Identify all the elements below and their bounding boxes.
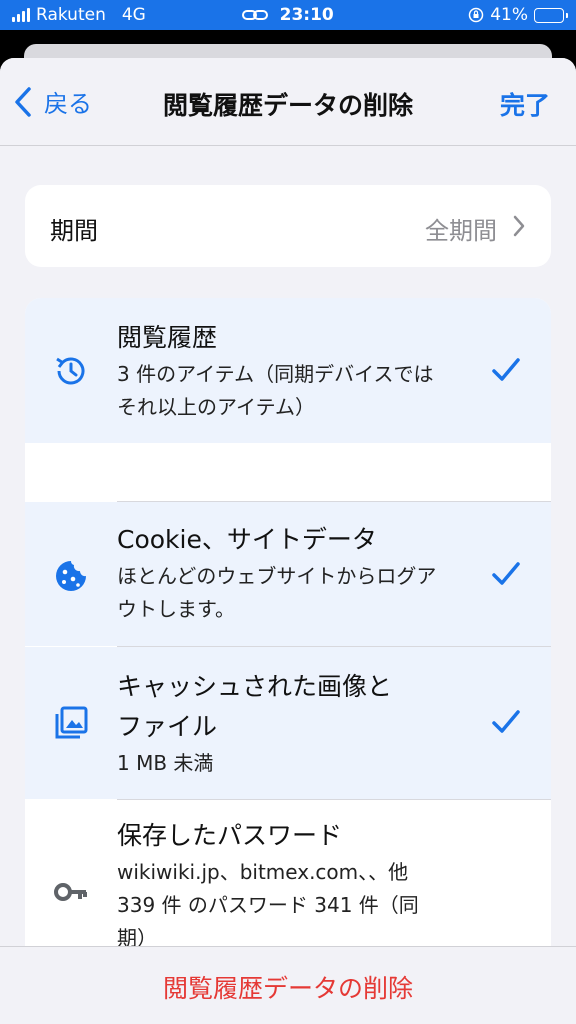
page-title: 閲覧履歴データの削除 [162,91,413,120]
bottom-toolbar: 閲覧履歴データの削除 [0,946,576,1024]
clear-browsing-data-sheet: 戻る 閲覧履歴データの削除 完了 期間 全期間 閲覧履歴 3 件のアイテム（同期… [0,58,576,1024]
navigation-bar: 戻る 閲覧履歴データの削除 完了 [0,58,576,146]
checkmark-icon [492,562,520,585]
battery-percent: 41% [490,5,528,25]
time-range-row[interactable]: 期間 全期間 [25,185,551,267]
time-range-label: 期間 [50,217,98,245]
item-subtitle: 339 件 のパスワード 341 件（同 [117,893,419,917]
checkmark-icon [492,710,520,733]
rotation-lock-icon [468,7,484,23]
status-bar: Rakuten 4G 23:10 41% [0,0,576,30]
item-subtitle: ウトします。 [117,597,235,621]
item-title: ファイル [117,712,218,741]
item-subtitle: それ以上のアイテム） [117,395,315,419]
item-title: キャッシュされた画像と [117,672,393,701]
item-subtitle: wikiwiki.jp、bitmex.com、、他 [117,860,409,884]
cookie-icon [56,561,86,591]
history-icon [56,357,85,385]
list-item-cached-images[interactable]: キャッシュされた画像と ファイル 1 MB 未満 [25,647,551,799]
list-item-browsing-history[interactable]: 閲覧履歴 3 件のアイテム（同期デバイスでは それ以上のアイテム） [25,298,551,443]
clear-browsing-data-button[interactable]: 閲覧履歴データの削除 [0,969,576,1005]
item-title: Cookie、サイトデータ [117,525,377,554]
item-subtitle: ほとんどのウェブサイトからログア [117,564,437,588]
chevron-right-icon [513,215,525,237]
item-title: 保存したパスワード [117,821,343,850]
link-icon [242,10,269,20]
item-subtitle: 3 件のアイテム（同期デバイスでは [117,362,434,386]
battery-icon [534,7,568,23]
item-title: 閲覧履歴 [117,323,218,352]
status-time: 23:10 [279,5,334,25]
data-type-list: 閲覧履歴 3 件のアイテム（同期デバイスでは それ以上のアイテム） Cookie… [25,298,551,1024]
checkmark-icon [492,358,520,381]
list-item-cookies[interactable]: Cookie、サイトデータ ほとんどのウェブサイトからログア ウトします。 [25,502,551,646]
item-subtitle: 1 MB 未満 [117,751,214,775]
key-icon [54,883,87,901]
time-range-value: 全期間 [425,217,497,245]
image-icon [55,706,88,739]
done-button[interactable]: 完了 [500,86,550,122]
status-right: 41% [468,5,568,25]
